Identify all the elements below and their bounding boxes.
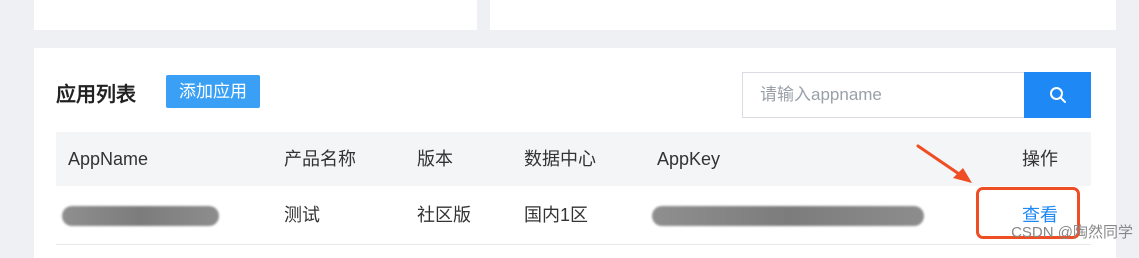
search-button[interactable] xyxy=(1024,72,1091,118)
column-header-version: 版本 xyxy=(417,149,453,169)
column-header-appkey: AppKey xyxy=(657,149,721,169)
top-card-right xyxy=(490,0,1116,30)
top-card-left xyxy=(34,0,477,30)
add-app-button[interactable]: 添加应用 xyxy=(166,75,260,108)
column-header-appname: AppName xyxy=(68,149,149,169)
watermark: CSDN @陶然同学 xyxy=(1011,224,1133,241)
page-title: 应用列表 xyxy=(56,84,136,106)
arrow-icon xyxy=(916,144,972,183)
search-placeholder: 请输入appname xyxy=(760,85,882,104)
column-header-product-name: 产品名称 xyxy=(284,149,356,169)
column-header-data-center: 数据中心 xyxy=(524,149,596,169)
column-header-action: 操作 xyxy=(1022,149,1058,169)
search-icon xyxy=(1049,87,1066,103)
search-input[interactable]: 请输入appname xyxy=(742,72,1025,118)
redacted-appkey xyxy=(652,206,924,226)
cell-version: 社区版 xyxy=(417,205,471,225)
cell-data-center: 国内1区 xyxy=(524,205,589,225)
redacted-appname xyxy=(62,206,219,226)
cell-product-name: 测试 xyxy=(284,205,320,225)
table-row: 测试 社区版 国内1区 查看 xyxy=(56,186,1091,245)
